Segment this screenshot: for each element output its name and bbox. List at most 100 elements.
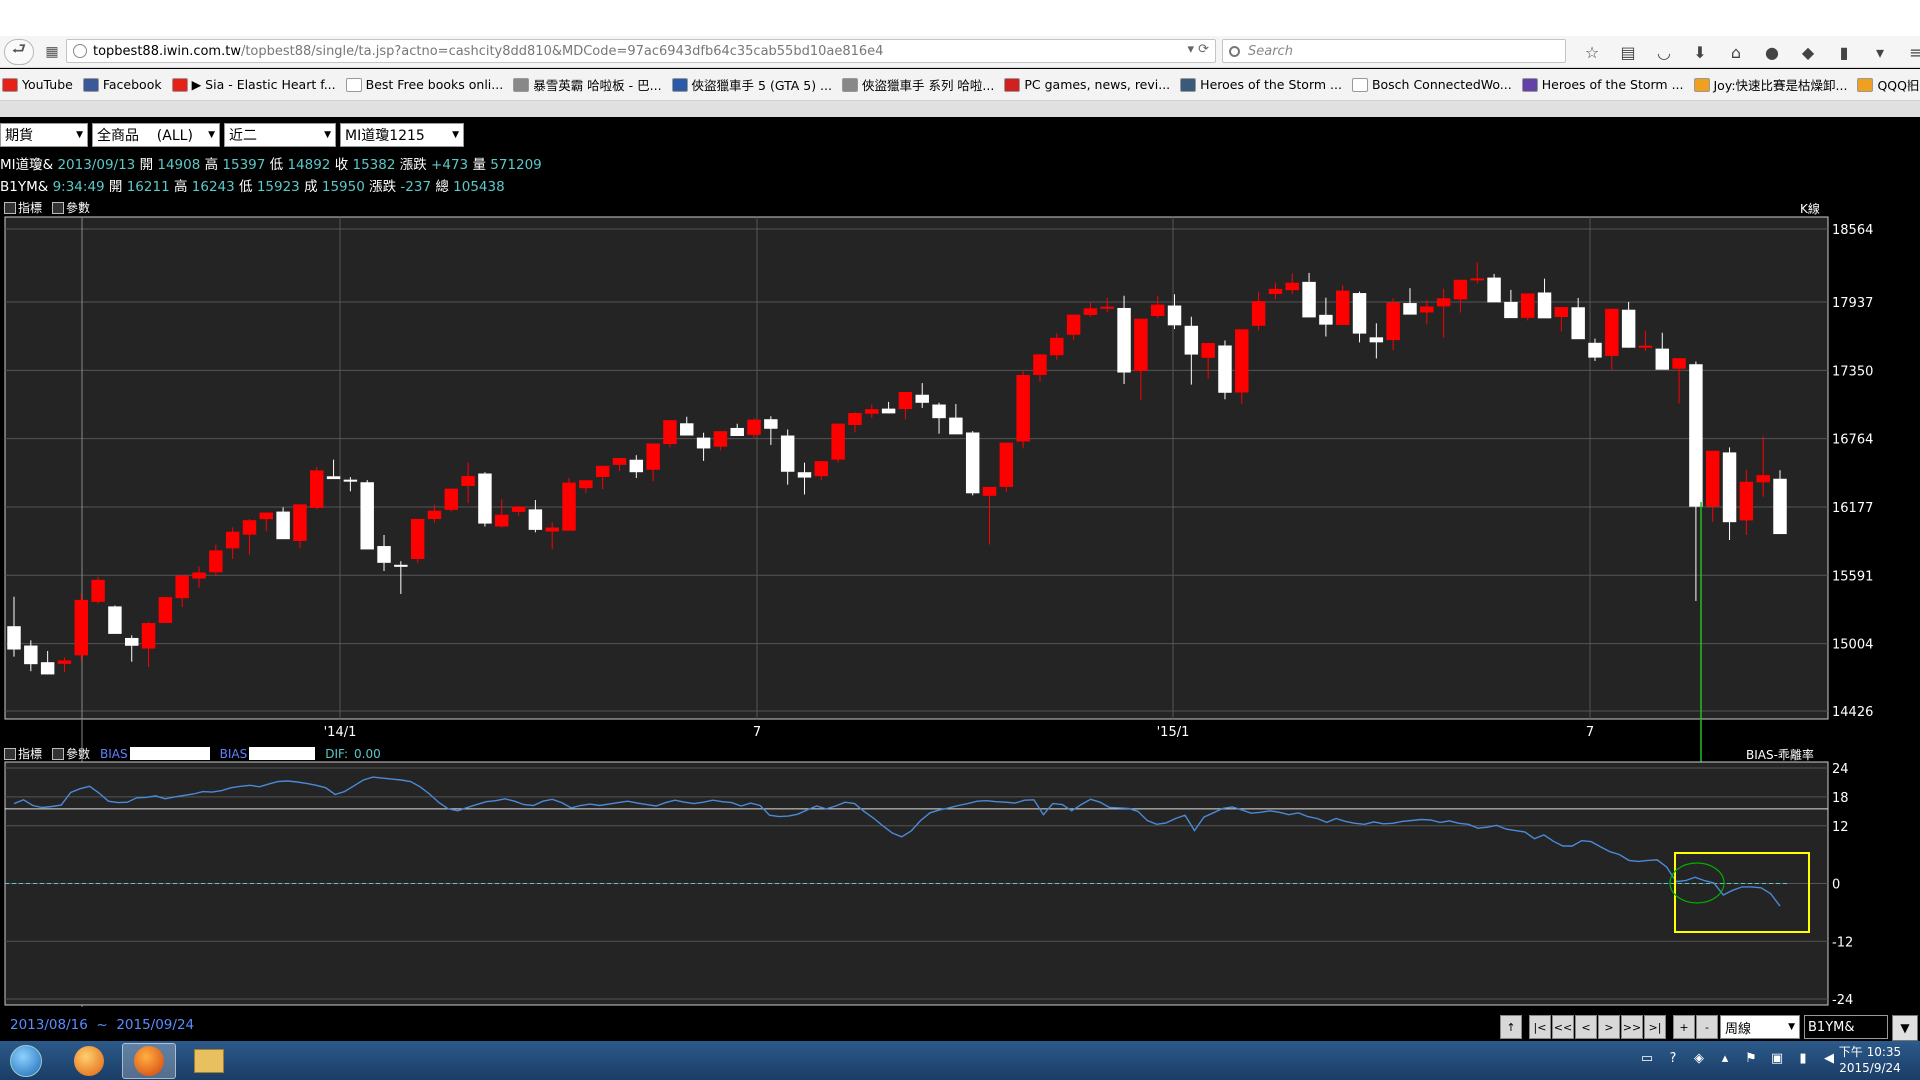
bookmark-item[interactable]: 俠盜獵車手 系列 哈啦...: [841, 75, 994, 94]
extension-icon[interactable]: ◆: [1790, 40, 1826, 64]
candle-body: [461, 475, 475, 486]
candle-body: [444, 488, 459, 510]
home-icon[interactable]: ⌂: [1718, 40, 1754, 64]
candle-body: [528, 509, 543, 530]
pocket-icon[interactable]: ◡: [1646, 40, 1682, 64]
bookmark-favicon-icon: [82, 77, 99, 92]
chevron-up-icon[interactable]: ▴: [1714, 1047, 1736, 1069]
candle-body: [965, 432, 980, 494]
chat-icon[interactable]: ●: [1754, 40, 1790, 64]
start-button[interactable]: [4, 1043, 48, 1079]
bookmark-favicon-icon: [1857, 77, 1874, 92]
hamburger-menu-icon[interactable]: ≡: [1898, 40, 1920, 64]
url-path: /topbest88/single/ta.jsp?actno=cashcity8…: [240, 43, 884, 59]
bookmark-item[interactable]: PC games, news, revi...: [1004, 77, 1170, 92]
nav-control-button[interactable]: +: [1673, 1015, 1695, 1039]
candle-body: [293, 504, 307, 541]
back-arrow-icon: ⮐: [11, 39, 27, 58]
system-tray: ▭ ? ◈ ▴ ⚑ ▣ ▮ ◀: [1636, 1047, 1844, 1069]
nav-control-button[interactable]: ↑: [1500, 1015, 1522, 1039]
clipboard-icon[interactable]: ▮: [1826, 40, 1862, 64]
bookmark-star-icon[interactable]: ☆: [1574, 40, 1610, 64]
chart-canvas[interactable]: 18564 17937 17350 16764 16177 15591 15004 14426…: [0, 117, 1920, 1041]
bookmark-item[interactable]: Best Free books onli...: [345, 77, 503, 92]
nav-control-button[interactable]: >>: [1621, 1015, 1643, 1039]
chevron-down-icon[interactable]: ▾: [1862, 40, 1898, 64]
nav-control-button[interactable]: >|: [1644, 1015, 1666, 1039]
candle-body: [1436, 298, 1451, 307]
reload-icon[interactable]: ▾ ⟳: [1187, 42, 1209, 57]
candle-body: [865, 409, 879, 414]
taskbar-firefox[interactable]: [122, 1043, 176, 1079]
candle-body: [1100, 306, 1114, 309]
candle-body: [394, 564, 408, 567]
power-icon[interactable]: ▮: [1792, 1047, 1814, 1069]
url-domain: topbest88.iwin.com.tw: [93, 43, 241, 59]
bookmark-label: Heroes of the Storm ...: [1200, 77, 1342, 92]
candle-body: [57, 660, 72, 664]
symbol-dropdown-button[interactable]: ▼: [1892, 1015, 1918, 1041]
candle-body: [1655, 348, 1669, 370]
back-button[interactable]: ⮐: [4, 38, 34, 65]
nav-control-button[interactable]: -: [1696, 1015, 1718, 1039]
bookmark-item[interactable]: 暴雪英霸 哈啦板 - 巴...: [513, 75, 662, 94]
candle-body: [192, 572, 206, 579]
candle-body: [40, 662, 55, 675]
taskbar-explorer[interactable]: [182, 1043, 236, 1079]
bookmarks-toolbar: YouTube Facebook ▶ Sia - Elastic Heart f..…: [0, 69, 1920, 101]
flag-icon[interactable]: ⚑: [1740, 1047, 1762, 1069]
app-menu-icon[interactable]: ▦: [38, 40, 66, 64]
candle-body: [1335, 290, 1350, 325]
bookmarks-overflow-icon[interactable]: »: [1907, 77, 1914, 91]
symbol-input[interactable]: B1YM&: [1804, 1015, 1888, 1039]
bookmark-favicon-icon: [1693, 77, 1710, 92]
date-range-start: 2013/08/16: [10, 1017, 88, 1033]
browser-titlebar: [0, 0, 1920, 36]
bookmark-label: Joy:快速比賽是枯燥卸...: [1713, 78, 1848, 93]
period-select[interactable]: 周線 ▼: [1720, 1015, 1800, 1039]
bookmark-item[interactable]: Bosch ConnectedWo...: [1351, 77, 1512, 92]
bookmark-item[interactable]: ▶ Sia - Elastic Heart f...: [171, 77, 336, 92]
reading-list-icon[interactable]: ▤: [1610, 40, 1646, 64]
clock[interactable]: 下午 10:35 2015/9/24: [1830, 1044, 1910, 1076]
main-y-tick-label: 15004: [1832, 638, 1873, 653]
candle-body: [259, 512, 274, 520]
nav-control-button[interactable]: |<: [1529, 1015, 1551, 1039]
candle-body: [1235, 329, 1249, 393]
bookmark-item[interactable]: Facebook: [82, 77, 162, 92]
bookmark-item[interactable]: Heroes of the Storm ...: [1521, 77, 1684, 92]
candle-body: [1167, 305, 1182, 326]
candle-body: [1571, 307, 1585, 340]
tray-app-icon[interactable]: ◈: [1688, 1047, 1710, 1069]
main-y-tick-label: 16764: [1832, 433, 1873, 448]
candle-body: [915, 394, 929, 403]
network-icon[interactable]: ▣: [1766, 1047, 1788, 1069]
bookmark-item[interactable]: 俠盜獵車手 5 (GTA 5) ...: [671, 75, 832, 94]
nav-control-button[interactable]: >: [1598, 1015, 1620, 1039]
help-icon[interactable]: ?: [1662, 1047, 1684, 1069]
url-bar[interactable]: topbest88.iwin.com.tw/topbest88/single/t…: [66, 39, 1216, 63]
candle-body: [1773, 478, 1787, 535]
bookmark-item[interactable]: Heroes of the Storm ...: [1180, 77, 1342, 92]
search-bar[interactable]: Search: [1222, 39, 1566, 63]
bookmark-label: YouTube: [22, 77, 73, 92]
trading-app: 期貨 ▼ 全商品 (ALL) ▼ 近二 ▼ MI道瓊1215 ▼ MI道瓊& 2013/09/…: [0, 117, 1920, 1041]
candle-body: [982, 486, 997, 496]
nav-control-button[interactable]: <: [1575, 1015, 1597, 1039]
bookmark-item[interactable]: Joy:快速比賽是枯燥卸...: [1693, 75, 1848, 94]
keyboard-icon[interactable]: ▭: [1636, 1047, 1658, 1069]
candle-body: [1672, 358, 1686, 369]
bias-y-tick-label: 12: [1832, 820, 1849, 835]
main-y-tick-label: 17937: [1832, 296, 1873, 311]
nav-control-button[interactable]: <<: [1552, 1015, 1574, 1039]
candle-body: [242, 520, 257, 535]
bookmark-favicon-icon: [513, 77, 530, 92]
download-icon[interactable]: ⬇: [1682, 40, 1718, 64]
bookmark-label: Bosch ConnectedWo...: [1371, 77, 1512, 92]
bookmark-favicon-icon: [1180, 77, 1197, 92]
bookmark-item[interactable]: YouTube: [2, 77, 73, 92]
candle-body: [1739, 481, 1754, 521]
candle-body: [1268, 288, 1283, 294]
candle-body: [377, 546, 391, 563]
taskbar-app-1[interactable]: [62, 1043, 116, 1079]
